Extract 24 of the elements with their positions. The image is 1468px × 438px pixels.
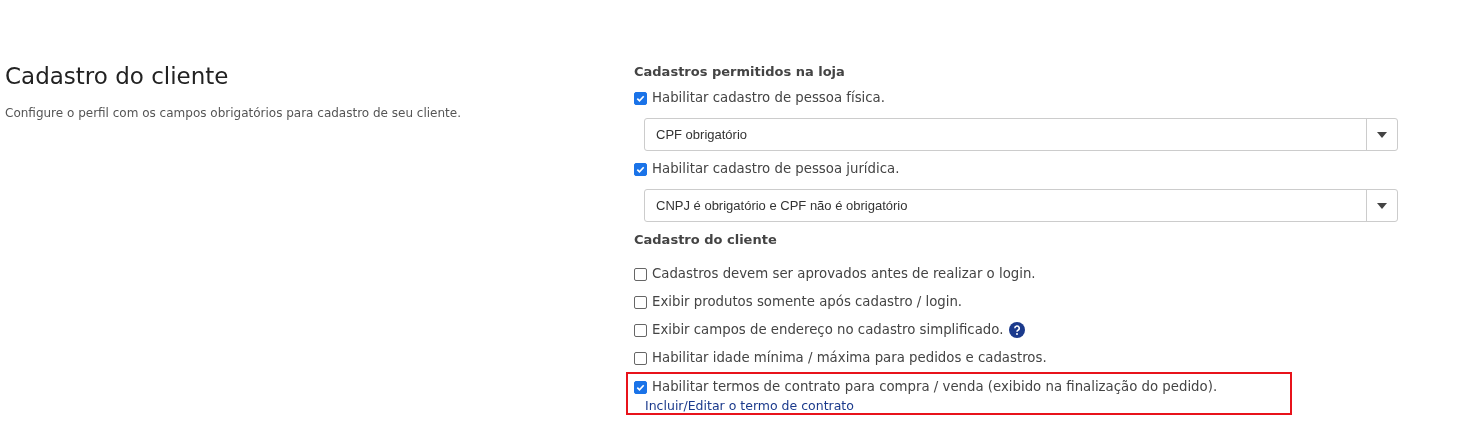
checkbox-label: Habilitar idade mínima / máxima para pedidos e cadastros. (652, 349, 1047, 367)
section-heading: Cadastro do cliente (634, 231, 778, 249)
checkbox-label: Exibir campos de endereço no cadastro simplificado. (652, 321, 1004, 339)
page-description: Configure o perfil com os campos obrigatórios para cadastro de seu cliente. (5, 106, 462, 120)
checkbox[interactable] (634, 91, 647, 105)
checkbox[interactable] (634, 267, 647, 281)
contract-link[interactable]: Incluir/Editar o termo de contrato (634, 398, 854, 413)
checkbox[interactable] (634, 351, 647, 365)
checkbox-label: Habilitar cadastro de pessoa jurídica. (652, 160, 900, 178)
checkbox-label: Exibir produtos somente após cadastro / login. (652, 293, 963, 311)
checkbox[interactable] (634, 295, 647, 309)
select-field[interactable]: CPF obrigatório (644, 118, 1398, 151)
checkbox[interactable] (634, 162, 647, 176)
select-field[interactable]: CNPJ é obrigatório e CPF não é obrigatório (644, 189, 1398, 222)
checkbox[interactable] (634, 323, 647, 337)
help-icon[interactable] (1009, 322, 1026, 338)
section-heading: Cadastros permitidos na loja (634, 63, 846, 81)
caret-icon (1377, 202, 1387, 209)
caret-icon (1377, 131, 1387, 138)
checkbox[interactable] (634, 380, 647, 394)
checkbox-label: Habilitar termos de contrato para compra / venda (exibido na finalização do pedido). (652, 378, 1218, 396)
checkbox-label: Cadastros devem ser aprovados antes de realizar o login. (652, 265, 1036, 283)
page-title: Cadastro do cliente (5, 62, 230, 91)
checkbox-label: Habilitar cadastro de pessoa física. (652, 89, 885, 107)
